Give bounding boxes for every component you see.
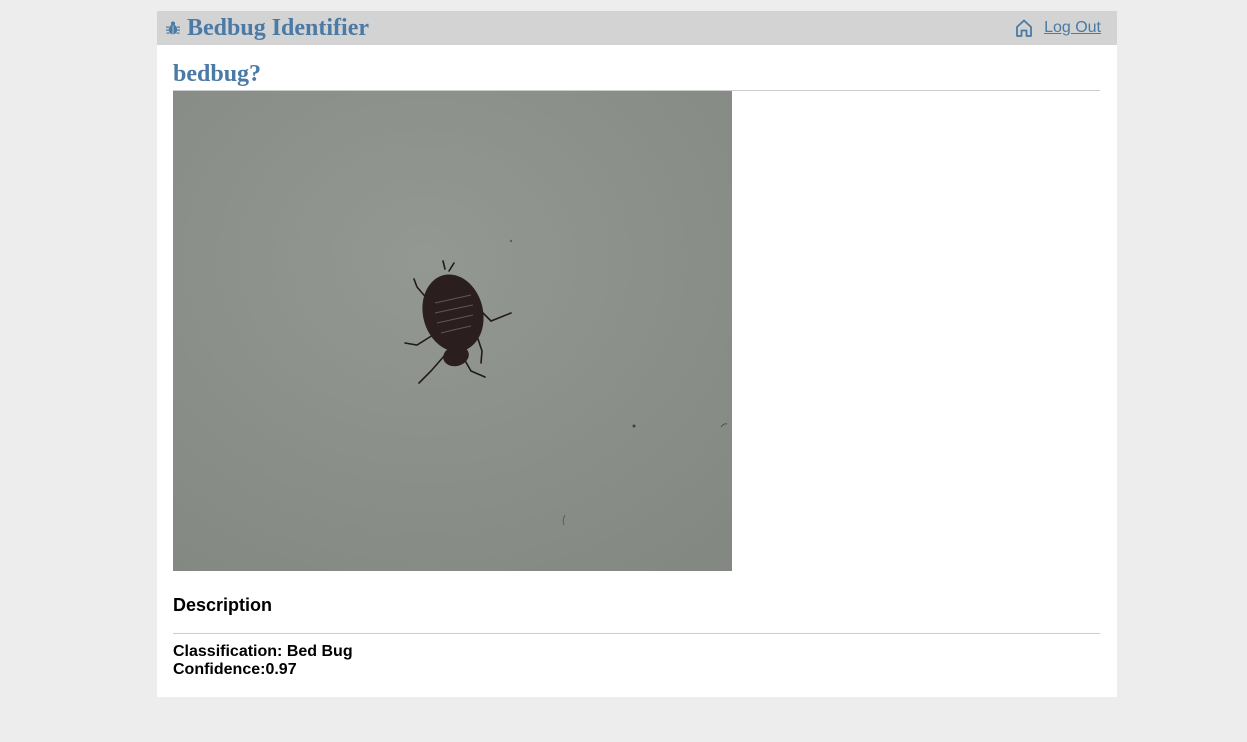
- nav-actions: Log Out: [1014, 11, 1101, 45]
- classification-line: Classification: Bed Bug: [173, 643, 1100, 661]
- classification-result: Classification: Bed Bug Confidence:0.97: [173, 634, 1100, 679]
- home-icon[interactable]: [1014, 18, 1034, 38]
- brand-link[interactable]: Bedbug Identifier: [165, 11, 369, 45]
- app-container: Bedbug Identifier Log Out bedbug? Descri…: [157, 11, 1117, 697]
- classification-label: Classification:: [173, 643, 283, 660]
- confidence-value: 0.97: [265, 661, 297, 678]
- confidence-label: Confidence:: [173, 661, 266, 678]
- classification-value: Bed Bug: [286, 643, 353, 660]
- page-title: bedbug?: [173, 45, 1100, 91]
- uploaded-bug-photo: [173, 91, 732, 571]
- top-navbar: Bedbug Identifier Log Out: [157, 11, 1117, 45]
- description-heading: Description: [173, 571, 1100, 634]
- app-title: Bedbug Identifier: [187, 15, 370, 41]
- logout-link[interactable]: Log Out: [1044, 19, 1101, 37]
- bug-icon: [166, 21, 180, 35]
- main-content: bedbug? Description Classification: Bed …: [173, 45, 1100, 679]
- confidence-line: Confidence:0.97: [173, 661, 1100, 679]
